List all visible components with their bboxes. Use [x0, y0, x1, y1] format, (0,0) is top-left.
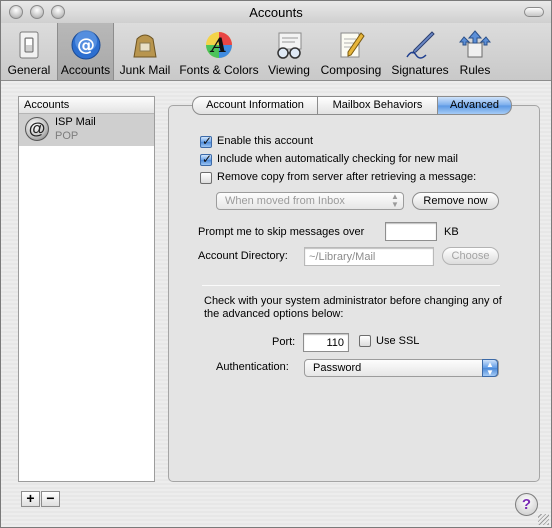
skip-size-unit: KB [444, 226, 459, 238]
skip-size-field[interactable] [385, 222, 437, 241]
remove-copy-checkbox[interactable] [200, 172, 212, 184]
remove-copy-label: Remove copy from server after retrieving… [217, 171, 477, 183]
add-account-button[interactable]: + [21, 491, 40, 507]
remove-when-value: When moved from Inbox [225, 195, 345, 207]
junk-bag-icon [133, 34, 157, 58]
title-bar[interactable]: Accounts [1, 1, 551, 23]
authentication-label: Authentication: [216, 361, 289, 373]
help-button[interactable]: ? [515, 493, 538, 516]
chevron-updown-icon: ▲ ▼ [391, 192, 399, 209]
toolbar-accounts[interactable]: @ Accounts [57, 23, 114, 80]
pencil-paper-icon [340, 32, 365, 58]
tab-account-information[interactable]: Account Information [192, 96, 318, 115]
enable-account-checkbox[interactable] [200, 134, 212, 148]
port-label: Port: [272, 336, 296, 348]
rules-arrows-icon [459, 30, 491, 58]
port-field[interactable]: 110 [303, 333, 349, 352]
tab-bar: Account Information Mailbox Behaviors Ad… [192, 96, 512, 115]
preferences-window: Accounts General @ Accounts Junk Mail A … [0, 0, 552, 528]
accounts-list-header: Accounts [19, 97, 154, 114]
remove-now-button[interactable]: Remove now [412, 192, 499, 210]
svg-text:A: A [209, 33, 227, 57]
color-font-icon: A [206, 32, 232, 58]
at-sign-icon: @ [71, 30, 100, 60]
toolbar-junk-mail[interactable]: Junk Mail [117, 23, 173, 80]
resize-grip-icon[interactable] [538, 514, 549, 525]
enable-account-label: Enable this account [217, 135, 314, 147]
toolbar-rules[interactable]: Rules [455, 23, 495, 80]
account-directory-label: Account Directory: [198, 250, 288, 262]
light-switch-icon [19, 31, 39, 59]
account-type: POP [55, 130, 79, 142]
account-row-isp-mail[interactable]: @ ISP Mail POP [19, 114, 154, 146]
preferences-toolbar: General @ Accounts Junk Mail A Fonts & C… [1, 23, 551, 81]
toolbar-signatures[interactable]: Signatures [389, 23, 451, 80]
tab-advanced[interactable]: Advanced [437, 96, 512, 115]
account-name: ISP Mail [55, 116, 96, 128]
toolbar-composing[interactable]: Composing [317, 23, 385, 80]
section-divider [202, 285, 500, 286]
authentication-value: Password [313, 362, 362, 374]
pen-signature-icon [406, 31, 435, 59]
window-title: Accounts [249, 5, 303, 20]
remove-account-button[interactable]: − [41, 491, 60, 507]
choose-directory-button[interactable]: Choose [442, 247, 499, 265]
toolbar-general[interactable]: General [5, 23, 53, 80]
authentication-popup[interactable]: Password ▲ ▼ [304, 359, 499, 377]
remove-when-popup[interactable]: When moved from Inbox ▲ ▼ [216, 192, 404, 210]
at-sign-icon: @ [25, 117, 49, 141]
skip-prompt-label: Prompt me to skip messages over [198, 226, 365, 238]
toolbar-viewing[interactable]: Viewing [265, 23, 313, 80]
glasses-icon [277, 32, 302, 59]
account-directory-field[interactable]: ~/Library/Mail [304, 247, 434, 266]
include-checking-checkbox[interactable] [200, 152, 212, 166]
use-ssl-checkbox[interactable] [359, 335, 371, 347]
accounts-list: Accounts @ ISP Mail POP [18, 96, 155, 482]
svg-text:@: @ [77, 35, 95, 56]
use-ssl-label: Use SSL [376, 335, 420, 347]
toolbar-toggle-icon[interactable] [524, 7, 544, 17]
chevron-updown-icon: ▲ ▼ [482, 359, 498, 377]
include-checking-label: Include when automatically checking for … [217, 153, 458, 165]
admin-note: Check with your system administrator bef… [204, 295, 502, 320]
toolbar-fonts-colors[interactable]: A Fonts & Colors [177, 23, 261, 80]
tab-mailbox-behaviors[interactable]: Mailbox Behaviors [317, 96, 438, 115]
